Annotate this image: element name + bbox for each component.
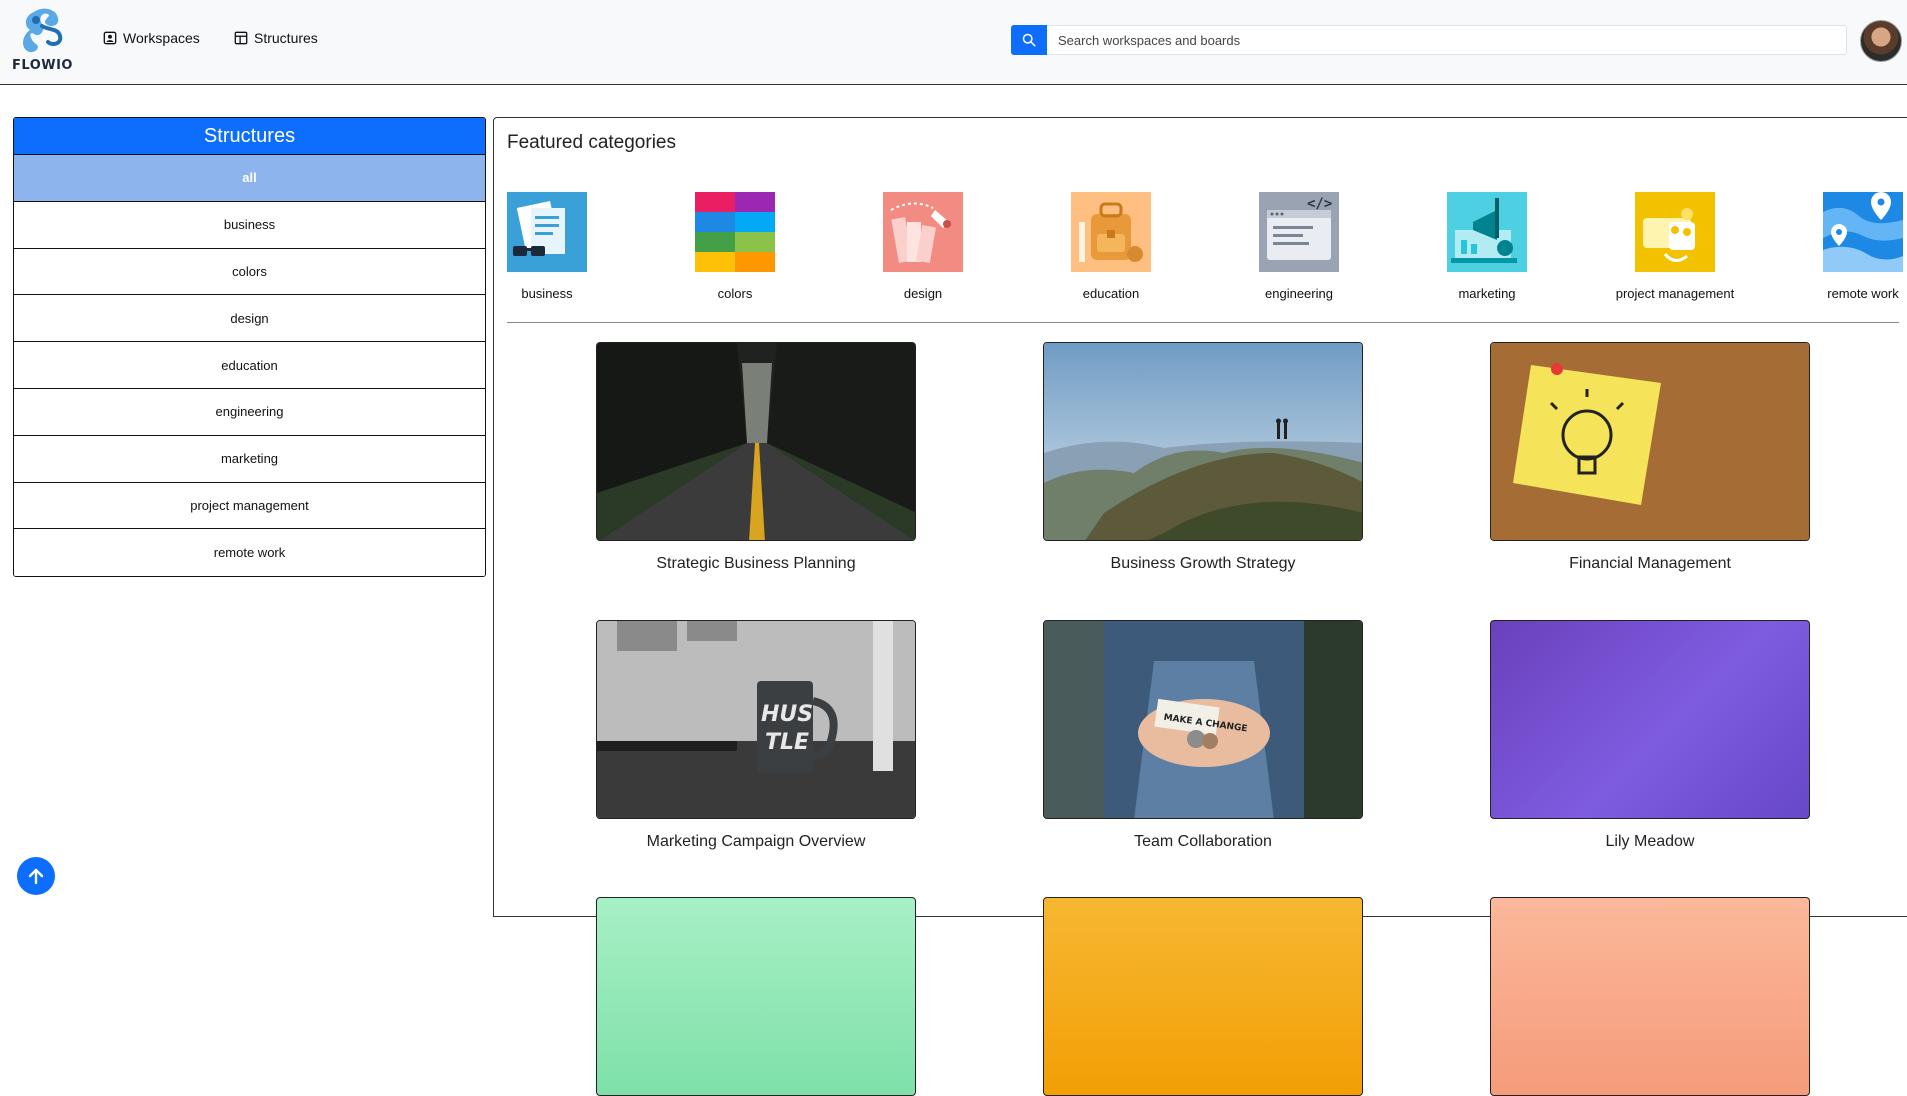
- layout-icon: [234, 31, 248, 45]
- card-image: [1043, 897, 1363, 1096]
- nav-workspaces[interactable]: Workspaces: [103, 30, 200, 46]
- category-label: education: [1082, 286, 1140, 301]
- team-board-icon: [1635, 192, 1715, 272]
- forest-road-image: [596, 342, 916, 541]
- category-marketing[interactable]: marketing: [1412, 192, 1562, 301]
- flowio-logo[interactable]: FLOWIO: [12, 4, 72, 78]
- category-project-management[interactable]: project management: [1600, 192, 1750, 301]
- documents-glasses-icon: [507, 192, 587, 272]
- card-title: Business Growth Strategy: [1110, 555, 1296, 572]
- palette-swatch-icon: [883, 192, 963, 272]
- search-bar: [1011, 25, 1847, 55]
- scroll-to-top-button[interactable]: [17, 857, 55, 895]
- mountain-hikers-image: [1043, 342, 1363, 541]
- sidebar-item-engineering[interactable]: engineering: [14, 388, 485, 436]
- nav-structures[interactable]: Structures: [234, 30, 318, 46]
- category-label: project management: [1615, 286, 1735, 301]
- search-button[interactable]: [1011, 25, 1047, 55]
- logo-icon: [23, 8, 63, 53]
- category-engineering[interactable]: </> engineering: [1224, 192, 1374, 301]
- hustle-mug-image: HUS TLE: [596, 620, 916, 819]
- hands-coins-image: MAKE A CHANGE: [1043, 620, 1363, 819]
- purple-gradient-image: [1490, 620, 1810, 819]
- search-icon: [1022, 33, 1036, 47]
- category-divider: [507, 322, 1899, 323]
- category-label: design: [903, 286, 943, 301]
- sidebar-item-education[interactable]: education: [14, 342, 485, 389]
- lightbulb-sticky-note-image: [1490, 342, 1810, 541]
- person-badge-icon: [103, 31, 117, 45]
- structure-card-partial[interactable]: [1490, 897, 1810, 1096]
- search-input[interactable]: [1047, 25, 1847, 55]
- megaphone-laptop-icon: [1447, 192, 1527, 272]
- color-grid-icon: [695, 192, 775, 272]
- card-title: Lily Meadow: [1605, 833, 1695, 850]
- featured-categories-title: Featured categories: [507, 132, 676, 153]
- user-avatar[interactable]: [1860, 20, 1902, 62]
- card-title: Strategic Business Planning: [656, 555, 856, 572]
- sidebar-item-colors[interactable]: colors: [14, 248, 485, 296]
- category-business[interactable]: business: [472, 192, 622, 301]
- category-label: remote work: [1827, 286, 1899, 301]
- category-colors[interactable]: colors: [660, 192, 810, 301]
- nav-workspaces-label: Workspaces: [123, 30, 200, 46]
- structure-card-partial[interactable]: [596, 897, 916, 1096]
- sidebar-item-all[interactable]: all: [14, 155, 485, 202]
- category-label: colors: [717, 286, 753, 301]
- structure-card-partial[interactable]: [1043, 897, 1363, 1096]
- structure-card[interactable]: Financial Management: [1490, 342, 1810, 573]
- svg-text:TLE: TLE: [765, 730, 809, 755]
- category-label: business: [521, 286, 573, 301]
- card-title: Financial Management: [1569, 555, 1731, 572]
- sidebar-item-business[interactable]: business: [14, 201, 485, 249]
- map-pins-icon: [1823, 192, 1903, 272]
- svg-text:</>: </>: [1307, 196, 1332, 212]
- category-label: engineering: [1265, 286, 1333, 301]
- structure-card[interactable]: Lily Meadow: [1490, 620, 1810, 851]
- nav-structures-label: Structures: [254, 30, 318, 46]
- backpack-icon: [1071, 192, 1151, 272]
- sidebar-item-remote-work[interactable]: remote work: [14, 529, 485, 577]
- structure-card[interactable]: MAKE A CHANGE Team Collaboration: [1043, 620, 1363, 851]
- card-image: [1490, 897, 1810, 1096]
- logo-text: FLOWIO: [12, 58, 73, 73]
- structure-card[interactable]: HUS TLE Marketing Campaign Overview: [596, 620, 916, 851]
- structure-card[interactable]: Business Growth Strategy: [1043, 342, 1363, 573]
- top-navbar: FLOWIO Workspaces Structures: [0, 0, 1907, 85]
- sidebar-item-marketing[interactable]: marketing: [14, 435, 485, 483]
- main-panel: Featured categories business colors desi…: [493, 117, 1907, 1096]
- category-remote-work[interactable]: remote work: [1788, 192, 1907, 301]
- card-title: Marketing Campaign Overview: [646, 833, 866, 850]
- sidebar-item-project-management[interactable]: project management: [14, 482, 485, 530]
- category-education[interactable]: education: [1036, 192, 1186, 301]
- card-title: Team Collaboration: [1134, 833, 1272, 850]
- category-design[interactable]: design: [848, 192, 998, 301]
- arrow-up-icon: [28, 868, 44, 885]
- code-window-icon: </>: [1259, 192, 1339, 272]
- structures-sidebar: Structures all business colors design ed…: [13, 117, 486, 578]
- card-image: [596, 897, 916, 1096]
- category-label: marketing: [1458, 286, 1516, 301]
- sidebar-item-design[interactable]: design: [14, 295, 485, 343]
- structure-card[interactable]: Strategic Business Planning: [596, 342, 916, 573]
- sidebar-title: Structures: [14, 118, 485, 155]
- svg-text:HUS: HUS: [761, 702, 813, 727]
